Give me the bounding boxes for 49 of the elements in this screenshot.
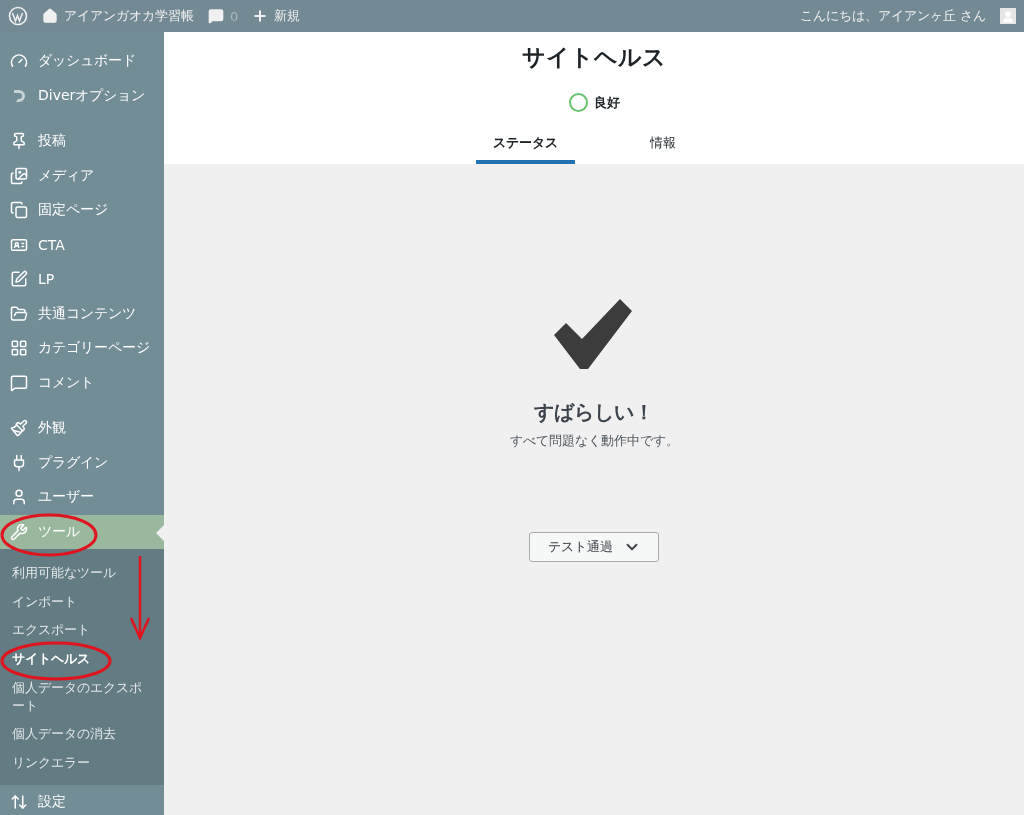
greeting-link[interactable]: こんにちは、アイアンヶ丘 さん [799, 7, 986, 25]
menu-icon [10, 166, 28, 185]
menu-icon [10, 304, 28, 323]
menu-item[interactable]: 外観 [0, 411, 164, 446]
menu-icon [10, 488, 28, 507]
site-name-link[interactable]: アイアンガオカ学習帳 [42, 7, 194, 25]
menu-item[interactable]: コメント [0, 365, 164, 400]
menu-item[interactable]: プラグイン [0, 445, 164, 480]
wordpress-logo-icon[interactable] [8, 6, 28, 26]
menu-item[interactable]: カテゴリーページ [0, 331, 164, 366]
submenu-item[interactable]: リンクエラー [0, 748, 164, 778]
menu-item[interactable]: Diverオプション [0, 78, 164, 113]
submenu-item[interactable]: 個人データのエクスポート [0, 673, 164, 720]
menu-item[interactable]: 共通コンテンツ [0, 296, 164, 331]
menu-item[interactable]: 固定ページ [0, 193, 164, 228]
submenu-item[interactable]: インポート [0, 587, 164, 617]
comment-icon [208, 8, 224, 24]
tab[interactable]: 情報 [613, 126, 712, 164]
menu-icon [10, 132, 28, 151]
menu-icon [10, 373, 28, 392]
menu-item[interactable]: ユーザー [0, 480, 164, 515]
menu-icon [10, 201, 28, 220]
menu-icon [10, 339, 28, 358]
menu-item[interactable]: CTA [0, 227, 164, 262]
submenu-item[interactable]: サイトヘルス [0, 644, 164, 674]
menu-item[interactable]: ツール [0, 514, 164, 549]
menu-icon [10, 793, 28, 812]
passed-tests-button[interactable]: テスト通過 [529, 532, 659, 562]
submenu-item[interactable]: 個人データの消去 [0, 719, 164, 749]
menu-item[interactable]: LP [0, 262, 164, 297]
menu-icon [10, 522, 28, 541]
checkmark-icon [554, 299, 634, 371]
result-message: すべて問題なく動作中です。 [509, 432, 679, 450]
submenu-item[interactable]: 利用可能なツール [0, 559, 164, 588]
menu-icon [10, 270, 28, 289]
submenu-item[interactable]: エクスポート [0, 616, 164, 645]
status-label: 良好 [593, 93, 620, 112]
status-ring-icon [568, 93, 588, 112]
result-heading: すばらしい！ [534, 399, 654, 426]
new-link[interactable]: 新規 [252, 7, 301, 25]
menu-item[interactable]: 設定 [0, 785, 164, 815]
menu-item[interactable]: 投稿 [0, 124, 164, 159]
page-title: サイトヘルス [522, 43, 666, 72]
current-notch-icon [156, 524, 164, 541]
home-icon [42, 8, 58, 24]
menu-icon [10, 419, 28, 438]
menu-item[interactable]: メディア [0, 158, 164, 193]
tab[interactable]: ステータス [476, 126, 575, 164]
menu-item[interactable]: ダッシュボード [0, 44, 164, 79]
